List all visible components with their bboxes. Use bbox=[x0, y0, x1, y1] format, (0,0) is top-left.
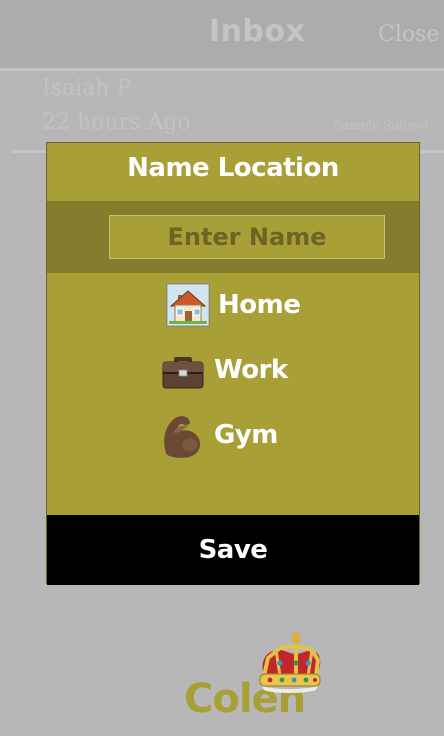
modal-title: Name Location bbox=[127, 153, 339, 183]
screen: Inbox Close Isaiah P 22 hours Ago Sample… bbox=[0, 0, 444, 736]
house-icon bbox=[166, 283, 210, 327]
crown-icon bbox=[259, 632, 321, 693]
option-work[interactable]: Work bbox=[160, 348, 288, 392]
message-time: 22 hours Ago bbox=[42, 110, 191, 135]
option-gym[interactable]: Gym bbox=[158, 413, 278, 458]
close-link[interactable]: Close bbox=[378, 22, 439, 47]
option-gym-label: Gym bbox=[214, 420, 278, 450]
briefcase-icon bbox=[162, 357, 204, 389]
option-home[interactable]: Home bbox=[166, 283, 301, 327]
flexed-biceps-icon bbox=[164, 416, 201, 458]
name-input[interactable] bbox=[109, 215, 385, 259]
name-input-band bbox=[47, 201, 419, 273]
option-work-label: Work bbox=[214, 355, 288, 385]
save-button[interactable]: Save bbox=[47, 515, 419, 585]
name-location-modal: Name Location Home bbox=[46, 142, 420, 585]
message-sender: Isaiah P bbox=[42, 76, 132, 101]
message-subject: Sample Subject bbox=[334, 118, 430, 132]
inbox-title: Inbox bbox=[209, 14, 306, 49]
inbox-header: Inbox Close bbox=[0, 0, 444, 71]
message-row[interactable]: Isaiah P 22 hours Ago Sample Subject bbox=[12, 72, 444, 153]
option-home-label: Home bbox=[218, 290, 301, 320]
